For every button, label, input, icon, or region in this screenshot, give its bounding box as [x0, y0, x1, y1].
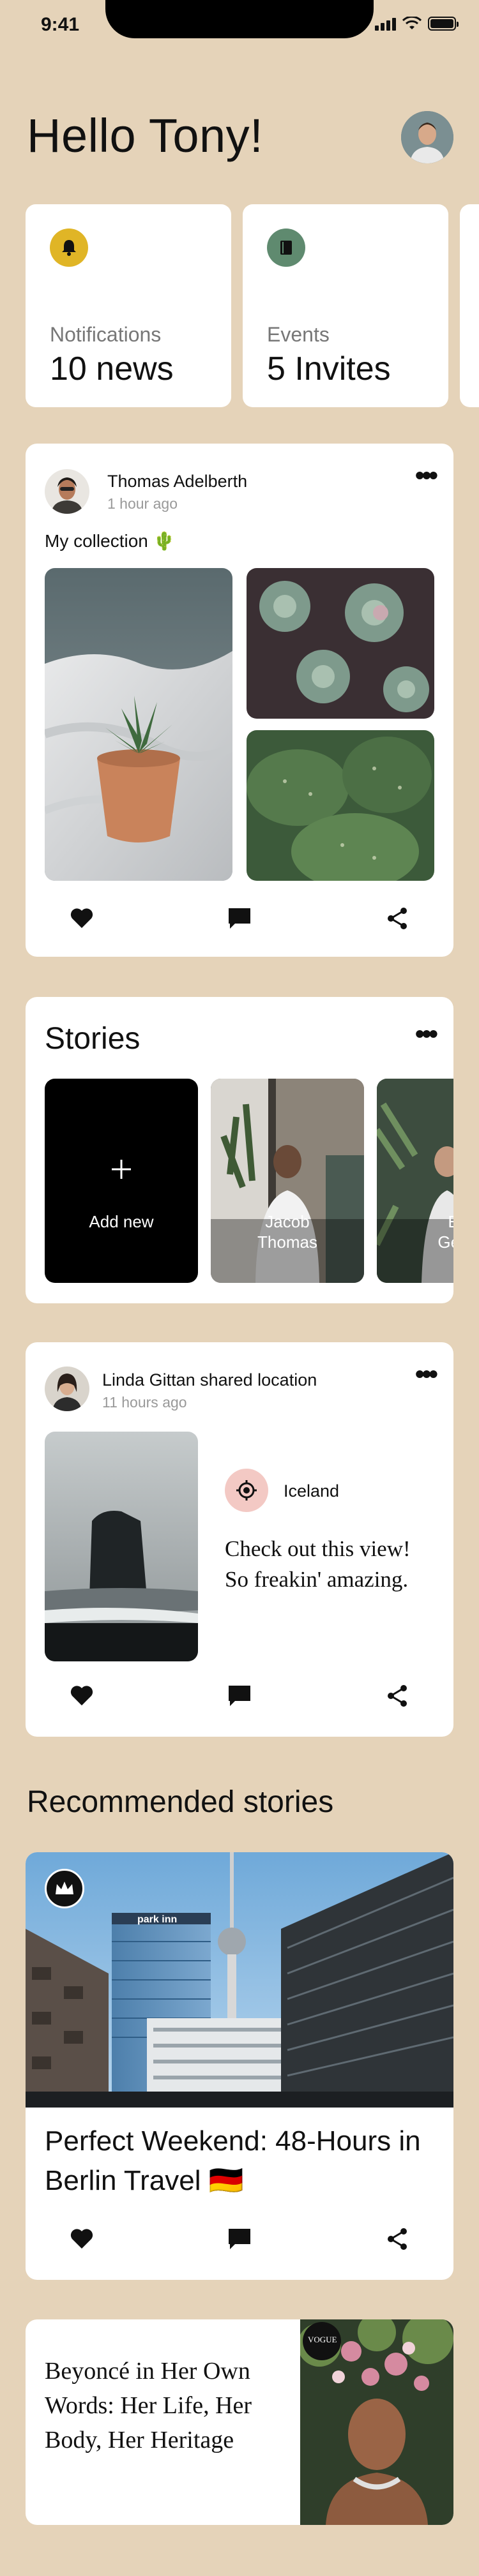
post-author-avatar[interactable] — [45, 469, 89, 514]
share-icon — [388, 908, 407, 929]
story-name-line1: E — [415, 1211, 453, 1232]
profile-avatar[interactable] — [401, 111, 453, 163]
stories-title: Stories — [45, 1022, 141, 1056]
post-card: Thomas Adelberth 1 hour ago ••• My colle… — [26, 444, 453, 957]
heart-icon — [70, 908, 93, 928]
story-name-line2: Thomas — [257, 1232, 317, 1252]
recommended-story-card[interactable]: Beyoncé in Her Own Words: Her Life, Her … — [26, 2319, 453, 2525]
share-button[interactable] — [382, 2224, 413, 2254]
stories-card: Stories ••• Add new Jacob Thomas G — [26, 997, 453, 1303]
events-label: Events — [267, 323, 330, 346]
vogue-cover-photo: VOGUE — [298, 2319, 453, 2525]
battery-icon — [428, 17, 459, 31]
plus-icon — [112, 1160, 131, 1179]
post-photo-succulents[interactable] — [247, 568, 434, 719]
location-post-text: Check out this view! So freakin' amazing… — [225, 1536, 411, 1592]
location-target-icon — [236, 1480, 257, 1501]
status-time: 9:41 — [41, 14, 80, 35]
post-author-name[interactable]: Thomas Adelberth — [107, 472, 247, 491]
berlin-photo: park inn — [26, 1852, 453, 2108]
more-options-icon[interactable]: ••• — [415, 1361, 438, 1388]
story-name-line1: Jacob — [265, 1212, 310, 1231]
like-button[interactable] — [66, 903, 97, 934]
post-photo-cactus[interactable] — [247, 730, 434, 881]
post-author-name[interactable]: Linda Gittan shared location — [102, 1370, 317, 1390]
magazine-logo: VOGUE — [308, 2335, 337, 2344]
heart-icon — [70, 2229, 93, 2249]
post-photo-plant-pot[interactable] — [45, 568, 232, 881]
like-button[interactable] — [66, 2224, 97, 2254]
add-story-label: Add new — [89, 1212, 154, 1231]
crown-icon — [56, 1882, 73, 1894]
post-time: 11 hours ago — [102, 1394, 187, 1411]
recommended-title: Recommended stories — [27, 1785, 334, 1819]
status-bar: 9:41 — [0, 0, 479, 38]
share-button[interactable] — [382, 1681, 413, 1711]
events-value: 5 Invites — [267, 350, 391, 387]
share-icon — [388, 1685, 407, 1707]
share-button[interactable] — [382, 903, 413, 934]
recommended-story-card[interactable]: park inn Perfect Weekend: 48-Hours in Be… — [26, 1852, 453, 2280]
story-item[interactable]: E Geo — [377, 1079, 453, 1283]
story-item[interactable]: Jacob Thomas — [211, 1079, 364, 1283]
comment-button[interactable] — [224, 2224, 255, 2254]
location-name[interactable]: Iceland — [284, 1481, 339, 1501]
add-story-button[interactable]: Add new — [45, 1079, 198, 1283]
notifications-value: 10 news — [50, 350, 174, 387]
notifications-card[interactable]: Notifications 10 news — [26, 204, 231, 407]
post-author-avatar[interactable] — [45, 1367, 89, 1411]
stories-more-icon[interactable]: ••• — [415, 1021, 438, 1047]
post-caption: My collection 🌵 — [45, 531, 176, 551]
book-icon — [267, 228, 305, 267]
comment-icon — [229, 2229, 250, 2249]
location-photo[interactable] — [45, 1432, 198, 1661]
story-name-line2: Geo — [437, 1232, 453, 1252]
more-options-icon[interactable]: ••• — [415, 462, 438, 489]
post-time: 1 hour ago — [107, 495, 178, 512]
wifi-icon — [402, 17, 422, 29]
comment-icon — [229, 1686, 250, 1706]
like-button[interactable] — [66, 1681, 97, 1711]
status-icons — [375, 17, 459, 31]
device-notch — [105, 0, 374, 38]
greeting-title: Hello Tony! — [27, 109, 264, 162]
publisher-badge — [45, 1869, 84, 1908]
story-title[interactable]: Perfect Weekend: 48-Hours in Berlin Trav… — [45, 2122, 434, 2201]
bell-icon — [50, 228, 88, 267]
notifications-label: Notifications — [50, 323, 162, 346]
story-title[interactable]: Beyoncé in Her Own Words: Her Life, Her … — [45, 2354, 262, 2457]
heart-icon — [70, 1686, 93, 1705]
share-icon — [388, 2228, 407, 2250]
location-post-card: Linda Gittan shared location 11 hours ag… — [26, 1342, 453, 1737]
signal-icon — [375, 18, 396, 31]
comment-button[interactable] — [224, 1681, 255, 1711]
hotel-sign: park inn — [137, 1914, 177, 1925]
comment-button[interactable] — [224, 903, 255, 934]
location-badge[interactable] — [225, 1469, 268, 1512]
comment-icon — [229, 908, 250, 929]
next-summary-card-peek[interactable] — [460, 204, 479, 407]
events-card[interactable]: Events 5 Invites — [243, 204, 448, 407]
